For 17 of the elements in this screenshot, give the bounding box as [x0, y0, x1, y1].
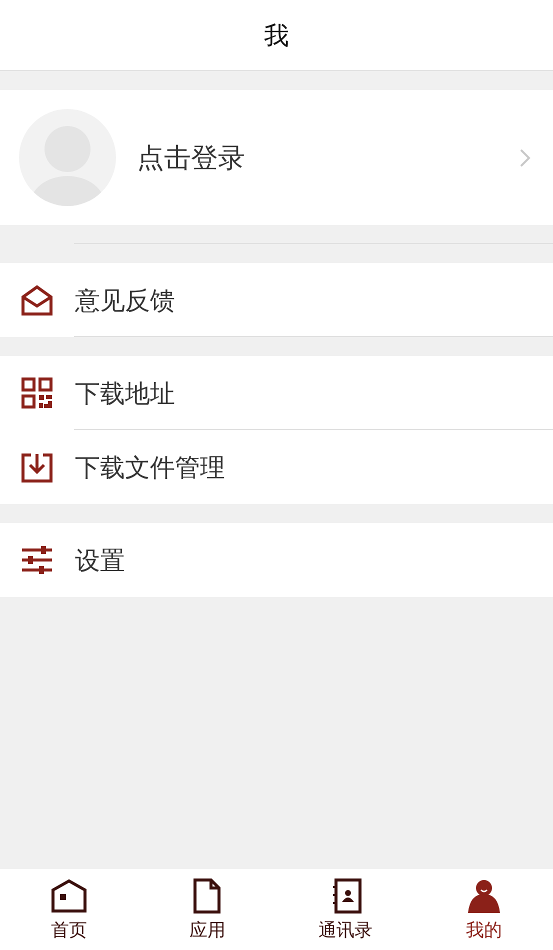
tab[interactable]: 应用	[138, 869, 276, 950]
home-icon	[51, 878, 88, 914]
tab[interactable]: 首页	[0, 869, 138, 950]
login-label: 点击登录	[137, 142, 246, 176]
page-title: 我	[264, 20, 289, 52]
login-card[interactable]: 点击登录	[0, 90, 553, 225]
menu-item[interactable]: 下载文件管理	[0, 430, 553, 504]
qr-code-icon	[20, 376, 54, 410]
menu-item[interactable]: 意见反馈	[0, 263, 553, 337]
sliders-icon	[20, 543, 54, 577]
tab[interactable]: 通讯录	[276, 869, 415, 950]
person-icon	[466, 878, 502, 914]
envelope-icon	[20, 283, 54, 317]
menu-item[interactable]: 设置	[0, 523, 553, 597]
tab[interactable]: 我的	[414, 869, 553, 950]
chevron-right-icon	[519, 148, 531, 168]
menu-item[interactable]: 下载地址	[0, 356, 553, 430]
